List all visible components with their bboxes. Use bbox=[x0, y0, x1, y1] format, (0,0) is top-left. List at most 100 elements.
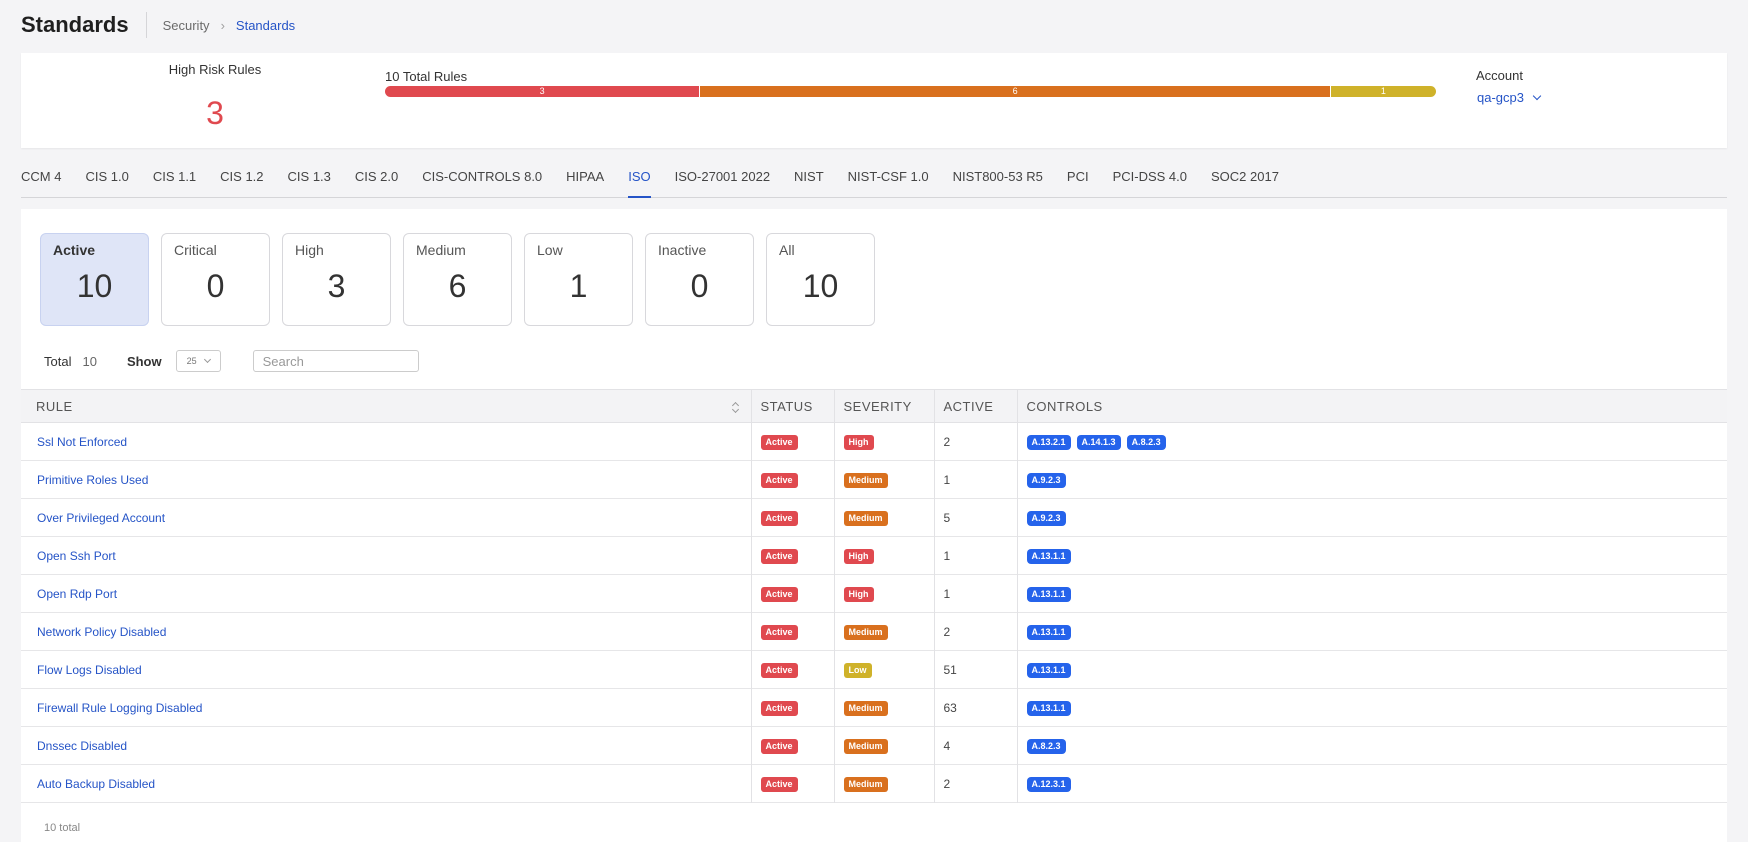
status-cell: Active bbox=[750, 764, 834, 803]
controls-cell: A.8.2.3 bbox=[1016, 726, 1727, 765]
rule-cell: Open Ssh Port bbox=[21, 537, 751, 575]
control-badge[interactable]: A.8.2.3 bbox=[1126, 434, 1166, 450]
controls-cell: A.13.1.1 bbox=[1016, 688, 1727, 727]
status-card-medium[interactable]: Medium 6 bbox=[403, 233, 512, 326]
status-card-critical[interactable]: Critical 0 bbox=[161, 233, 270, 326]
high-risk-value: 3 bbox=[206, 95, 224, 131]
tab-pci-dss-4-0[interactable]: PCI-DSS 4.0 bbox=[1113, 160, 1187, 197]
tab-nist[interactable]: NIST bbox=[794, 160, 824, 197]
status-card-value: 0 bbox=[690, 268, 709, 304]
status-badge: Active bbox=[760, 510, 798, 526]
status-badge: Active bbox=[760, 434, 798, 450]
rule-link[interactable]: Auto Backup Disabled bbox=[37, 777, 155, 791]
status-card-label: Low bbox=[537, 242, 563, 258]
control-badge[interactable]: A.8.2.3 bbox=[1026, 738, 1066, 754]
control-badge[interactable]: A.13.1.1 bbox=[1026, 700, 1071, 716]
tab-iso[interactable]: ISO bbox=[628, 160, 652, 198]
tab-iso-27001-2022[interactable]: ISO-27001 2022 bbox=[675, 160, 770, 197]
status-card-value: 10 bbox=[76, 268, 113, 304]
controls-cell: A.13.1.1 bbox=[1016, 574, 1727, 613]
tab-cis-1-3[interactable]: CIS 1.3 bbox=[288, 160, 331, 197]
page-header: Standards Security › Standards bbox=[21, 10, 295, 40]
tab-cis-1-1[interactable]: CIS 1.1 bbox=[153, 160, 196, 197]
rule-link[interactable]: Dnssec Disabled bbox=[37, 739, 127, 753]
status-badge: Active bbox=[760, 624, 798, 640]
rule-link[interactable]: Firewall Rule Logging Disabled bbox=[37, 701, 202, 715]
status-cell: Active bbox=[750, 498, 834, 537]
rule-link[interactable]: Network Policy Disabled bbox=[37, 625, 166, 639]
status-card-low[interactable]: Low 1 bbox=[524, 233, 633, 326]
status-cell: Active bbox=[750, 536, 834, 575]
search-input[interactable] bbox=[252, 350, 419, 372]
chevron-down-icon bbox=[1532, 91, 1542, 100]
control-badge[interactable]: A.12.3.1 bbox=[1026, 776, 1071, 792]
status-cell: Active bbox=[750, 460, 834, 499]
controls-cell: A.13.1.1 bbox=[1016, 536, 1727, 575]
severity-badge: Low bbox=[843, 662, 872, 678]
rule-cell: Flow Logs Disabled bbox=[21, 651, 751, 689]
severity-column-header: SEVERITY bbox=[833, 389, 934, 423]
rule-link[interactable]: Primitive Roles Used bbox=[37, 473, 148, 487]
severity-cell: High bbox=[833, 574, 934, 613]
rule-link[interactable]: Ssl Not Enforced bbox=[37, 435, 127, 449]
rule-link[interactable]: Open Ssh Port bbox=[37, 549, 116, 563]
total-label: Total bbox=[44, 353, 72, 369]
rule-link[interactable]: Over Privileged Account bbox=[37, 511, 165, 525]
breadcrumb-security[interactable]: Security bbox=[163, 18, 210, 33]
control-badge[interactable]: A.14.1.3 bbox=[1076, 434, 1121, 450]
sort-icon[interactable] bbox=[731, 401, 739, 413]
severity-badge: Medium bbox=[843, 624, 888, 640]
severity-badge: Medium bbox=[843, 510, 888, 526]
tab-ccm-4[interactable]: CCM 4 bbox=[21, 160, 61, 197]
account-select[interactable]: qa-gcp3 bbox=[1477, 90, 1542, 105]
status-card-all[interactable]: All 10 bbox=[766, 233, 875, 326]
bar-segment-medium: 6 bbox=[700, 86, 1331, 97]
rules-panel: Active 10 Critical 0 High 3 Medium 6 Low 1 Inactiv… bbox=[21, 209, 1727, 842]
severity-cell: Medium bbox=[833, 460, 934, 499]
severity-badge: Medium bbox=[843, 738, 888, 754]
page-size-select[interactable]: 25 bbox=[175, 350, 221, 372]
tab-nist800-53-r5[interactable]: NIST800-53 R5 bbox=[953, 160, 1043, 197]
show-label: Show bbox=[126, 353, 162, 369]
status-badge: Active bbox=[760, 472, 798, 488]
status-column-header: STATUS bbox=[750, 389, 834, 423]
status-card-high[interactable]: High 3 bbox=[282, 233, 391, 326]
table-row: Ssl Not Enforced Active High 2 A.13.2.1 A.14.… bbox=[21, 422, 1727, 461]
active-count-cell: 4 bbox=[933, 726, 1017, 765]
control-badge[interactable]: A.13.1.1 bbox=[1026, 586, 1071, 602]
status-card-active[interactable]: Active 10 bbox=[40, 233, 149, 326]
controls-cell: A.12.3.1 bbox=[1016, 764, 1727, 803]
severity-badge: High bbox=[843, 434, 874, 450]
tab-cis-1-2[interactable]: CIS 1.2 bbox=[220, 160, 263, 197]
control-badge[interactable]: A.13.1.1 bbox=[1026, 662, 1071, 678]
rule-link[interactable]: Open Rdp Port bbox=[37, 587, 117, 601]
table-header-row: RULE STATUS SEVERITY ACTIVE CONTROLS bbox=[21, 389, 1727, 423]
breadcrumb-standards: Standards bbox=[235, 17, 296, 33]
controls-column-header: CONTROLS bbox=[1016, 389, 1727, 423]
tab-cis-controls-8-0[interactable]: CIS-CONTROLS 8.0 bbox=[422, 160, 542, 197]
tab-hipaa[interactable]: HIPAA bbox=[566, 160, 604, 197]
status-badge: Active bbox=[760, 586, 798, 602]
control-badge[interactable]: A.13.1.1 bbox=[1026, 624, 1071, 640]
status-cell: Active bbox=[750, 688, 834, 727]
tab-pci[interactable]: PCI bbox=[1067, 160, 1089, 197]
control-badge[interactable]: A.9.2.3 bbox=[1026, 510, 1066, 526]
status-card-inactive[interactable]: Inactive 0 bbox=[645, 233, 754, 326]
severity-cell: Medium bbox=[833, 764, 934, 803]
status-badge: Active bbox=[760, 700, 798, 716]
rule-column-header[interactable]: RULE bbox=[21, 389, 751, 423]
standards-tabs: CCM 4 CIS 1.0 CIS 1.1 CIS 1.2 CIS 1.3 CIS 2.0… bbox=[21, 160, 1727, 198]
active-count-cell: 63 bbox=[933, 688, 1017, 727]
control-badge[interactable]: A.9.2.3 bbox=[1026, 472, 1066, 488]
severity-badge: Medium bbox=[843, 776, 888, 792]
controls-cell: A.13.1.1 bbox=[1016, 612, 1727, 651]
tab-cis-2-0[interactable]: CIS 2.0 bbox=[355, 160, 398, 197]
tab-soc2-2017[interactable]: SOC2 2017 bbox=[1211, 160, 1279, 197]
controls-cell: A.13.2.1 A.14.1.3 A.8.2.3 bbox=[1016, 422, 1727, 461]
control-badge[interactable]: A.13.1.1 bbox=[1026, 548, 1071, 564]
tab-nist-csf-1-0[interactable]: NIST-CSF 1.0 bbox=[848, 160, 929, 197]
control-badge[interactable]: A.13.2.1 bbox=[1026, 434, 1071, 450]
rule-link[interactable]: Flow Logs Disabled bbox=[37, 663, 142, 677]
status-card-label: Active bbox=[53, 242, 96, 258]
tab-cis-1-0[interactable]: CIS 1.0 bbox=[85, 160, 128, 197]
